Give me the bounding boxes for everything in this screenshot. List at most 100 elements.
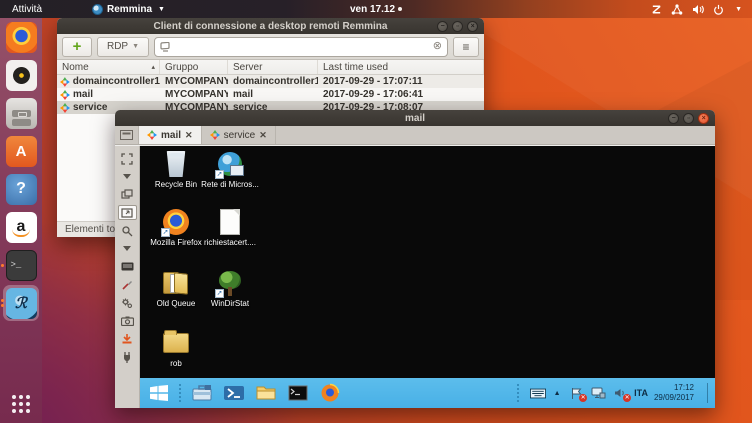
- cell-last-used: 2017-09-29 - 17:06:41: [318, 89, 484, 100]
- rdp-titlebar[interactable]: mail − ▫ ×: [115, 110, 715, 126]
- files-icon: [6, 98, 37, 129]
- tab-service[interactable]: service ✕: [202, 126, 276, 144]
- new-connection-button[interactable]: +: [62, 37, 92, 57]
- close-tab-icon[interactable]: ✕: [185, 130, 193, 141]
- activities-button[interactable]: Attività: [8, 4, 46, 15]
- dock-item-firefox[interactable]: [0, 18, 42, 56]
- dock-item-show-applications[interactable]: [0, 389, 42, 419]
- minimize-button[interactable]: −: [437, 21, 448, 32]
- close-tab-icon[interactable]: ✕: [259, 130, 267, 141]
- desktop-icon-rob[interactable]: rob: [146, 328, 206, 368]
- network-status-icon[interactable]: [590, 386, 606, 400]
- cell-name: mail: [73, 89, 93, 100]
- rdp-body: Recycle Bin ➚ Rete di Micros... ➚ Mozill…: [115, 146, 715, 408]
- desktop-icon-label: WinDirStat: [211, 299, 249, 308]
- dock-item-rhythmbox[interactable]: [0, 56, 42, 94]
- desktop-icon-windirstat[interactable]: ➚ WinDirStat: [200, 268, 260, 308]
- file-explorer-button[interactable]: [254, 381, 278, 405]
- tab-mail[interactable]: mail ✕: [139, 126, 202, 144]
- power-icon[interactable]: [713, 4, 724, 15]
- running-indicator: [1, 299, 4, 307]
- terminal-icon: >_: [6, 250, 37, 281]
- chevron-down-icon: ▼: [132, 43, 139, 50]
- running-indicator: [1, 264, 4, 267]
- taskbar-clock[interactable]: 17:12 29/09/2017: [654, 383, 694, 403]
- language-indicator[interactable]: ITA: [634, 388, 648, 398]
- volume-icon[interactable]: [692, 4, 704, 15]
- dock-item-amazon[interactable]: a: [0, 208, 42, 246]
- close-button[interactable]: ×: [467, 21, 478, 32]
- table-row[interactable]: domaincontroller1 MYCOMPANY domaincontro…: [57, 75, 484, 88]
- desktop-icon-recycle-bin[interactable]: Recycle Bin: [146, 149, 206, 189]
- rdp-profile-icon: [147, 130, 157, 140]
- desktop-icon-rete[interactable]: ➚ Rete di Micros...: [200, 149, 260, 189]
- maximize-button[interactable]: ▫: [452, 21, 463, 32]
- scale-caret-icon[interactable]: [118, 241, 137, 256]
- screenshot-icon[interactable]: [118, 313, 137, 328]
- table-row[interactable]: mail MYCOMPANY mail 2017-09-29 - 17:06:4…: [57, 88, 484, 101]
- chevron-down-icon: ▼: [735, 6, 742, 13]
- taskbar-date: 29/09/2017: [654, 393, 694, 403]
- column-header-last-used[interactable]: Last time used: [318, 60, 484, 74]
- column-header-server[interactable]: Server: [228, 60, 318, 74]
- maximize-button[interactable]: ▫: [683, 113, 694, 124]
- fullscreen-caret-icon[interactable]: [118, 169, 137, 184]
- shortcut-arrow-icon: ➚: [215, 170, 224, 179]
- remote-desktop[interactable]: Recycle Bin ➚ Rete di Micros... ➚ Mozill…: [140, 146, 715, 378]
- dock-item-ubuntu-software[interactable]: A: [0, 132, 42, 170]
- tools-icon[interactable]: [118, 295, 137, 310]
- touch-keyboard-icon[interactable]: [530, 386, 546, 400]
- show-desktop-button[interactable]: [707, 383, 712, 403]
- remmina-titlebar[interactable]: Client di connessione a desktop remoti R…: [57, 18, 484, 34]
- main-menu-button[interactable]: ≡: [453, 37, 479, 57]
- clock-button[interactable]: ven 17.12: [350, 4, 402, 15]
- ubuntu-dock: A ? a >_ ℛ: [0, 18, 42, 423]
- clock-label: ven 17.12: [350, 4, 395, 15]
- start-button[interactable]: [147, 381, 171, 405]
- fullscreen-icon[interactable]: [118, 151, 137, 166]
- rdp-profile-icon: [60, 103, 70, 113]
- protocol-label: RDP: [107, 41, 128, 52]
- system-status-area[interactable]: ▼: [651, 4, 752, 15]
- ubuntu-software-icon: A: [6, 136, 37, 167]
- taskbar-gripper: [178, 383, 183, 403]
- toolbar-placement-icon[interactable]: [115, 126, 139, 144]
- server-manager-button[interactable]: [190, 381, 214, 405]
- close-button[interactable]: ×: [698, 113, 709, 124]
- desktop-icon-richiestacert[interactable]: richiestacert....: [200, 207, 260, 247]
- switch-tab-icon[interactable]: [118, 187, 137, 202]
- volume-muted-icon[interactable]: ✕: [612, 386, 628, 400]
- column-header-group[interactable]: Gruppo: [160, 60, 228, 74]
- clear-input-icon[interactable]: ⊗: [433, 41, 442, 52]
- chevron-down-icon: ▼: [158, 6, 165, 13]
- cell-group: MYCOMPANY: [160, 89, 228, 100]
- firefox-button[interactable]: [318, 381, 342, 405]
- preferences-icon[interactable]: [118, 277, 137, 292]
- dock-item-files[interactable]: [0, 94, 42, 132]
- help-icon: ?: [6, 174, 37, 205]
- show-hidden-icons-button[interactable]: ▲: [552, 386, 562, 400]
- app-menu-button[interactable]: Remmina ▼: [92, 4, 165, 15]
- tray-icon[interactable]: [118, 331, 137, 346]
- magnifier-icon[interactable]: [118, 223, 137, 238]
- session-tab-bar: mail ✕ service ✕: [115, 126, 715, 145]
- cell-name: domaincontroller1: [73, 76, 160, 87]
- desktop-icon-firefox[interactable]: ➚ Mozilla Firefox: [146, 207, 206, 247]
- command-prompt-button[interactable]: [286, 381, 310, 405]
- dock-item-remmina[interactable]: ℛ: [0, 284, 42, 322]
- input-method-icon[interactable]: [651, 4, 662, 15]
- keyboard-grab-icon[interactable]: [118, 259, 137, 274]
- minimize-button[interactable]: −: [668, 113, 679, 124]
- desktop-icon-old-queue[interactable]: Old Queue: [146, 268, 206, 308]
- network-share-icon[interactable]: [671, 4, 683, 15]
- dock-item-terminal[interactable]: >_: [0, 246, 42, 284]
- powershell-button[interactable]: [222, 381, 246, 405]
- remmina-icon: ℛ: [6, 288, 37, 319]
- column-header-name[interactable]: Nome ▴: [57, 60, 160, 74]
- disconnect-icon[interactable]: [118, 349, 137, 364]
- dock-item-help[interactable]: ?: [0, 170, 42, 208]
- action-center-flag-icon[interactable]: ✕: [568, 386, 584, 400]
- quick-connect-input[interactable]: ⊗: [154, 37, 448, 57]
- scaled-mode-icon[interactable]: [118, 205, 137, 220]
- protocol-dropdown[interactable]: RDP ▼: [97, 37, 149, 57]
